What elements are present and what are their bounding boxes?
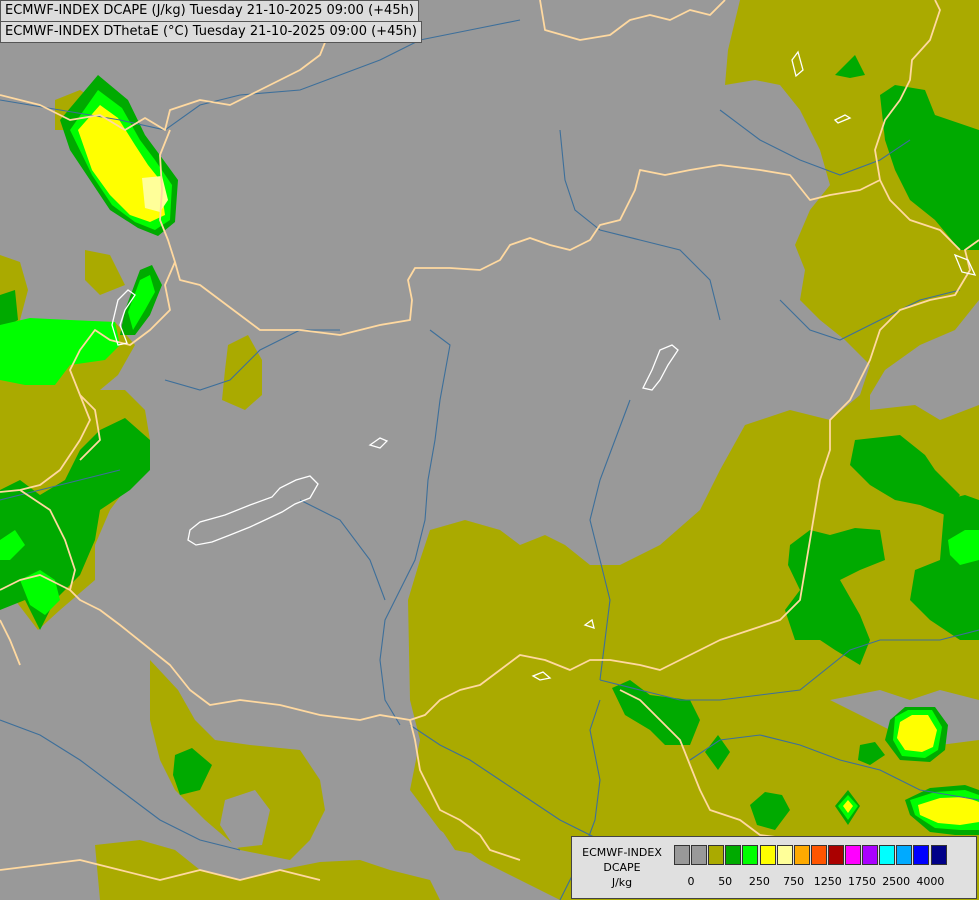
legend-tick-label: 1250: [813, 875, 842, 888]
color-legend: ECMWF-INDEX DCAPE J/kg 0 50 250 750 1250 1750…: [571, 836, 977, 899]
map-title-secondary: ECMWF-INDEX DThetaE (°C) Tuesday 21-10-2…: [0, 21, 422, 43]
legend-swatch: [674, 845, 690, 865]
weather-map: [0, 0, 979, 900]
legend-swatch: [879, 845, 896, 865]
legend-swatch: [913, 845, 930, 865]
legend-swatch: [759, 845, 776, 865]
legend-swatch: [691, 845, 708, 865]
legend-swatch: [725, 845, 742, 865]
legend-tick-label: 50: [718, 875, 733, 888]
legend-swatch: [793, 845, 810, 865]
legend-swatch: [708, 845, 725, 865]
legend-tick-label: 0: [687, 875, 695, 888]
legend-swatch: [896, 845, 913, 865]
legend-parameter: DCAPE: [603, 861, 641, 874]
legend-swatch: [827, 845, 844, 865]
legend-swatch: [810, 845, 827, 865]
legend-swatch: [930, 845, 947, 865]
legend-swatch: [845, 845, 861, 865]
map-title-primary: ECMWF-INDEX DCAPE (J/kg) Tuesday 21-10-2…: [0, 0, 419, 22]
legend-label-block: ECMWF-INDEX DCAPE J/kg: [576, 845, 668, 890]
legend-unit: J/kg: [611, 876, 633, 889]
legend-swatch: [862, 845, 879, 865]
legend-tick-label: 250: [748, 875, 770, 888]
legend-tick-label: 4000: [916, 875, 945, 888]
legend-model: ECMWF-INDEX: [582, 846, 662, 859]
legend-tick-label: 2500: [882, 875, 911, 888]
legend-swatch: [776, 845, 793, 865]
legend-tick-label: 1750: [848, 875, 876, 888]
legend-tick-label: 750: [783, 875, 805, 888]
legend-swatch: [742, 845, 759, 865]
